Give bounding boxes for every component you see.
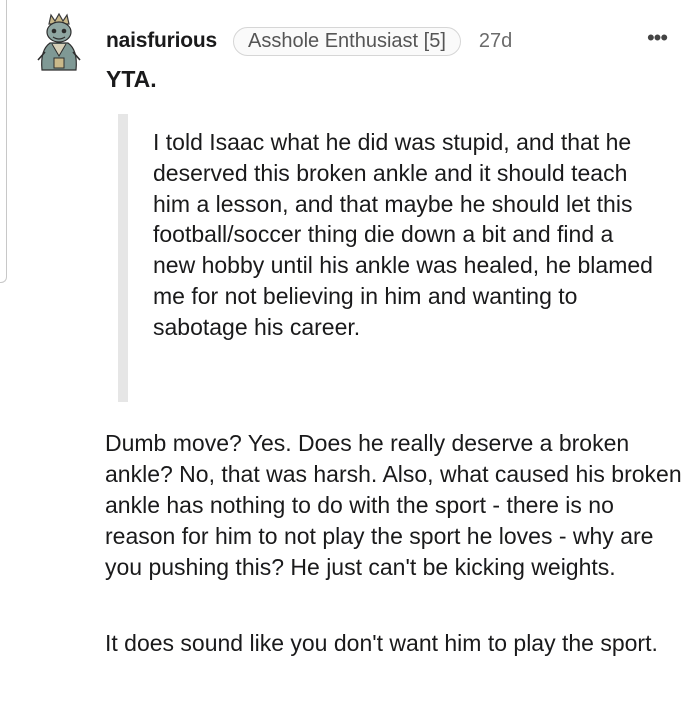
comment-header: naisfurious Asshole Enthusiast [5] 27d	[106, 24, 512, 58]
thread-collapse-line[interactable]	[0, 0, 7, 283]
more-options-icon: •••	[646, 25, 668, 50]
comment-paragraph-2: It does sound like you don't want him to…	[105, 630, 658, 656]
avatar-icon	[37, 12, 81, 71]
avatar[interactable]	[34, 12, 84, 72]
comment-age: 27d	[478, 29, 513, 52]
blockquote-bar	[118, 114, 128, 402]
verdict-text: YTA.	[106, 66, 157, 92]
comment-paragraph-1: Dumb move? Yes. Does he really deserve a…	[105, 430, 682, 580]
more-options-button[interactable]: •••	[640, 24, 674, 52]
user-flair-badge: Asshole Enthusiast [5]	[232, 26, 461, 56]
username-link[interactable]: naisfurious	[106, 29, 217, 53]
blockquote-text: I told Isaac what he did was stupid, and…	[153, 129, 653, 340]
